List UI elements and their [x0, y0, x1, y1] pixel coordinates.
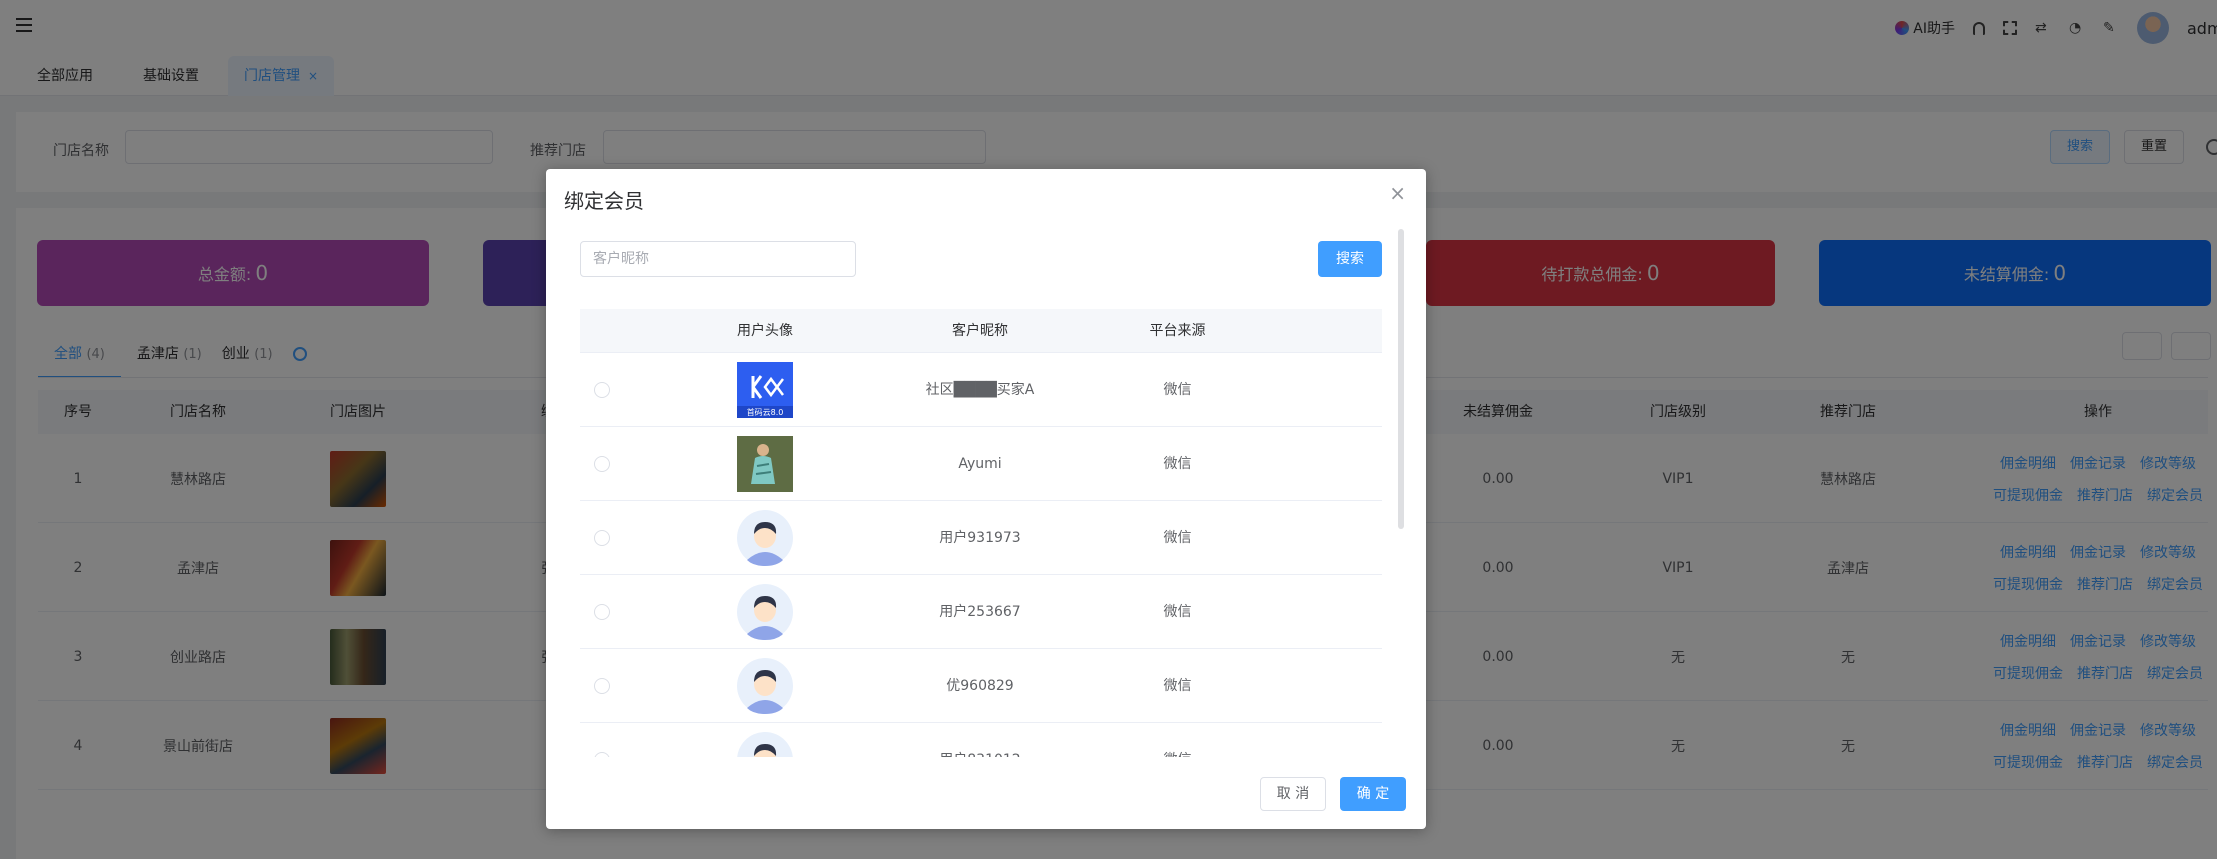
th-platform: 平台来源 — [1149, 323, 1206, 339]
member-nickname: 用户831012 — [865, 723, 1095, 757]
default-avatar-icon — [737, 732, 793, 757]
member-platform: 微信 — [1090, 723, 1265, 757]
select-radio[interactable] — [594, 678, 610, 694]
brand-logo-icon: 首码云8.0 — [737, 362, 793, 418]
member-platform: 微信 — [1163, 530, 1192, 546]
member-nickname: 用户253667 — [939, 604, 1021, 620]
member-row[interactable]: 用户831012 微信 — [580, 723, 1382, 757]
user-avatar — [737, 584, 793, 640]
nickname-search-input[interactable] — [580, 241, 856, 277]
default-avatar-icon — [737, 658, 793, 714]
member-platform: 微信 — [1163, 678, 1192, 694]
confirm-button[interactable]: 确 定 — [1340, 777, 1406, 811]
brand-logo-text: 首码云8.0 — [747, 407, 784, 417]
dialog-title: 绑定会员 — [564, 189, 644, 213]
user-avatar — [737, 658, 793, 714]
member-nickname: 用户931973 — [939, 530, 1021, 546]
select-radio[interactable] — [594, 456, 610, 472]
cancel-button[interactable]: 取 消 — [1260, 777, 1326, 811]
th-nickname: 客户昵称 — [952, 323, 1008, 339]
select-radio[interactable] — [594, 530, 610, 546]
default-avatar-icon — [737, 584, 793, 640]
member-nickname: Ayumi — [958, 456, 1002, 472]
select-radio[interactable] — [594, 382, 610, 398]
user-avatar: 首码云8.0 — [737, 362, 793, 418]
default-avatar-icon — [737, 510, 793, 566]
member-platform: 微信 — [1163, 456, 1192, 472]
user-avatar — [737, 436, 793, 492]
dialog-scrollbar[interactable] — [1398, 229, 1404, 529]
select-radio[interactable] — [594, 604, 610, 620]
bind-member-dialog: 绑定会员 × 搜索 用户头像 客户昵称 平台来源 首码云8.0 社区████买家… — [546, 169, 1426, 829]
member-row[interactable]: 用户931973 微信 — [580, 501, 1382, 575]
select-radio[interactable] — [594, 752, 610, 757]
close-icon[interactable]: × — [1389, 183, 1406, 203]
th-avatar: 用户头像 — [737, 323, 793, 339]
member-row[interactable]: 优960829 微信 — [580, 649, 1382, 723]
photo-avatar-icon — [737, 436, 793, 492]
member-table: 用户头像 客户昵称 平台来源 首码云8.0 社区████买家A 微信 Ayumi… — [580, 309, 1382, 757]
member-platform: 微信 — [1163, 382, 1192, 398]
member-row[interactable]: Ayumi 微信 — [580, 427, 1382, 501]
member-table-header: 用户头像 客户昵称 平台来源 — [580, 309, 1382, 353]
dialog-search-button[interactable]: 搜索 — [1318, 241, 1382, 277]
member-nickname: 优960829 — [946, 678, 1014, 694]
user-avatar — [737, 510, 793, 566]
member-row[interactable]: 用户253667 微信 — [580, 575, 1382, 649]
user-avatar — [737, 732, 793, 757]
member-row[interactable]: 首码云8.0 社区████买家A 微信 — [580, 353, 1382, 427]
member-nickname: 社区████买家A — [925, 382, 1035, 398]
member-platform: 微信 — [1163, 604, 1192, 620]
